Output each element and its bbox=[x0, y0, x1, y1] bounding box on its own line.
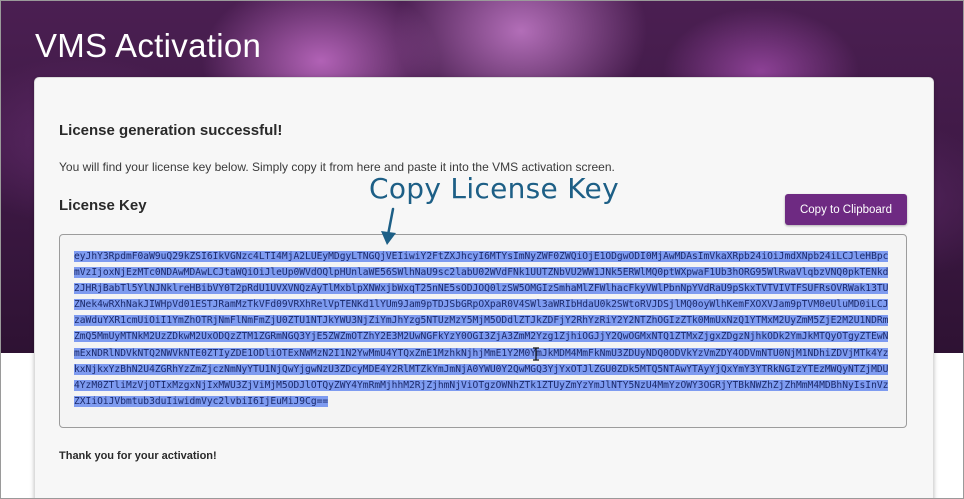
copy-to-clipboard-button[interactable]: Copy to Clipboard bbox=[785, 194, 907, 225]
annotation-arrow-icon bbox=[381, 207, 396, 245]
text-cursor-icon bbox=[533, 347, 539, 361]
annotation-label: Copy License Key bbox=[369, 172, 619, 205]
license-key-heading: License Key bbox=[59, 197, 147, 214]
browser-frame: VMS Activation License generation succes… bbox=[0, 0, 964, 499]
license-key-text[interactable]: eyJhY3RpdmF0aW9uQ29kZSI6IkVGNzc4LTI4MjA2… bbox=[74, 249, 894, 410]
page-title: VMS Activation bbox=[35, 27, 262, 64]
thanks-message: Thank you for your activation! bbox=[59, 450, 217, 462]
license-card: License generation successful! You will … bbox=[34, 77, 934, 498]
license-key-box[interactable]: eyJhY3RpdmF0aW9uQ29kZSI6IkVGNzc4LTI4MjA2… bbox=[59, 234, 907, 428]
success-message: License generation successful! bbox=[59, 122, 283, 139]
license-key-selection: eyJhY3RpdmF0aW9uQ29kZSI6IkVGNzc4LTI4MjA2… bbox=[74, 251, 889, 407]
